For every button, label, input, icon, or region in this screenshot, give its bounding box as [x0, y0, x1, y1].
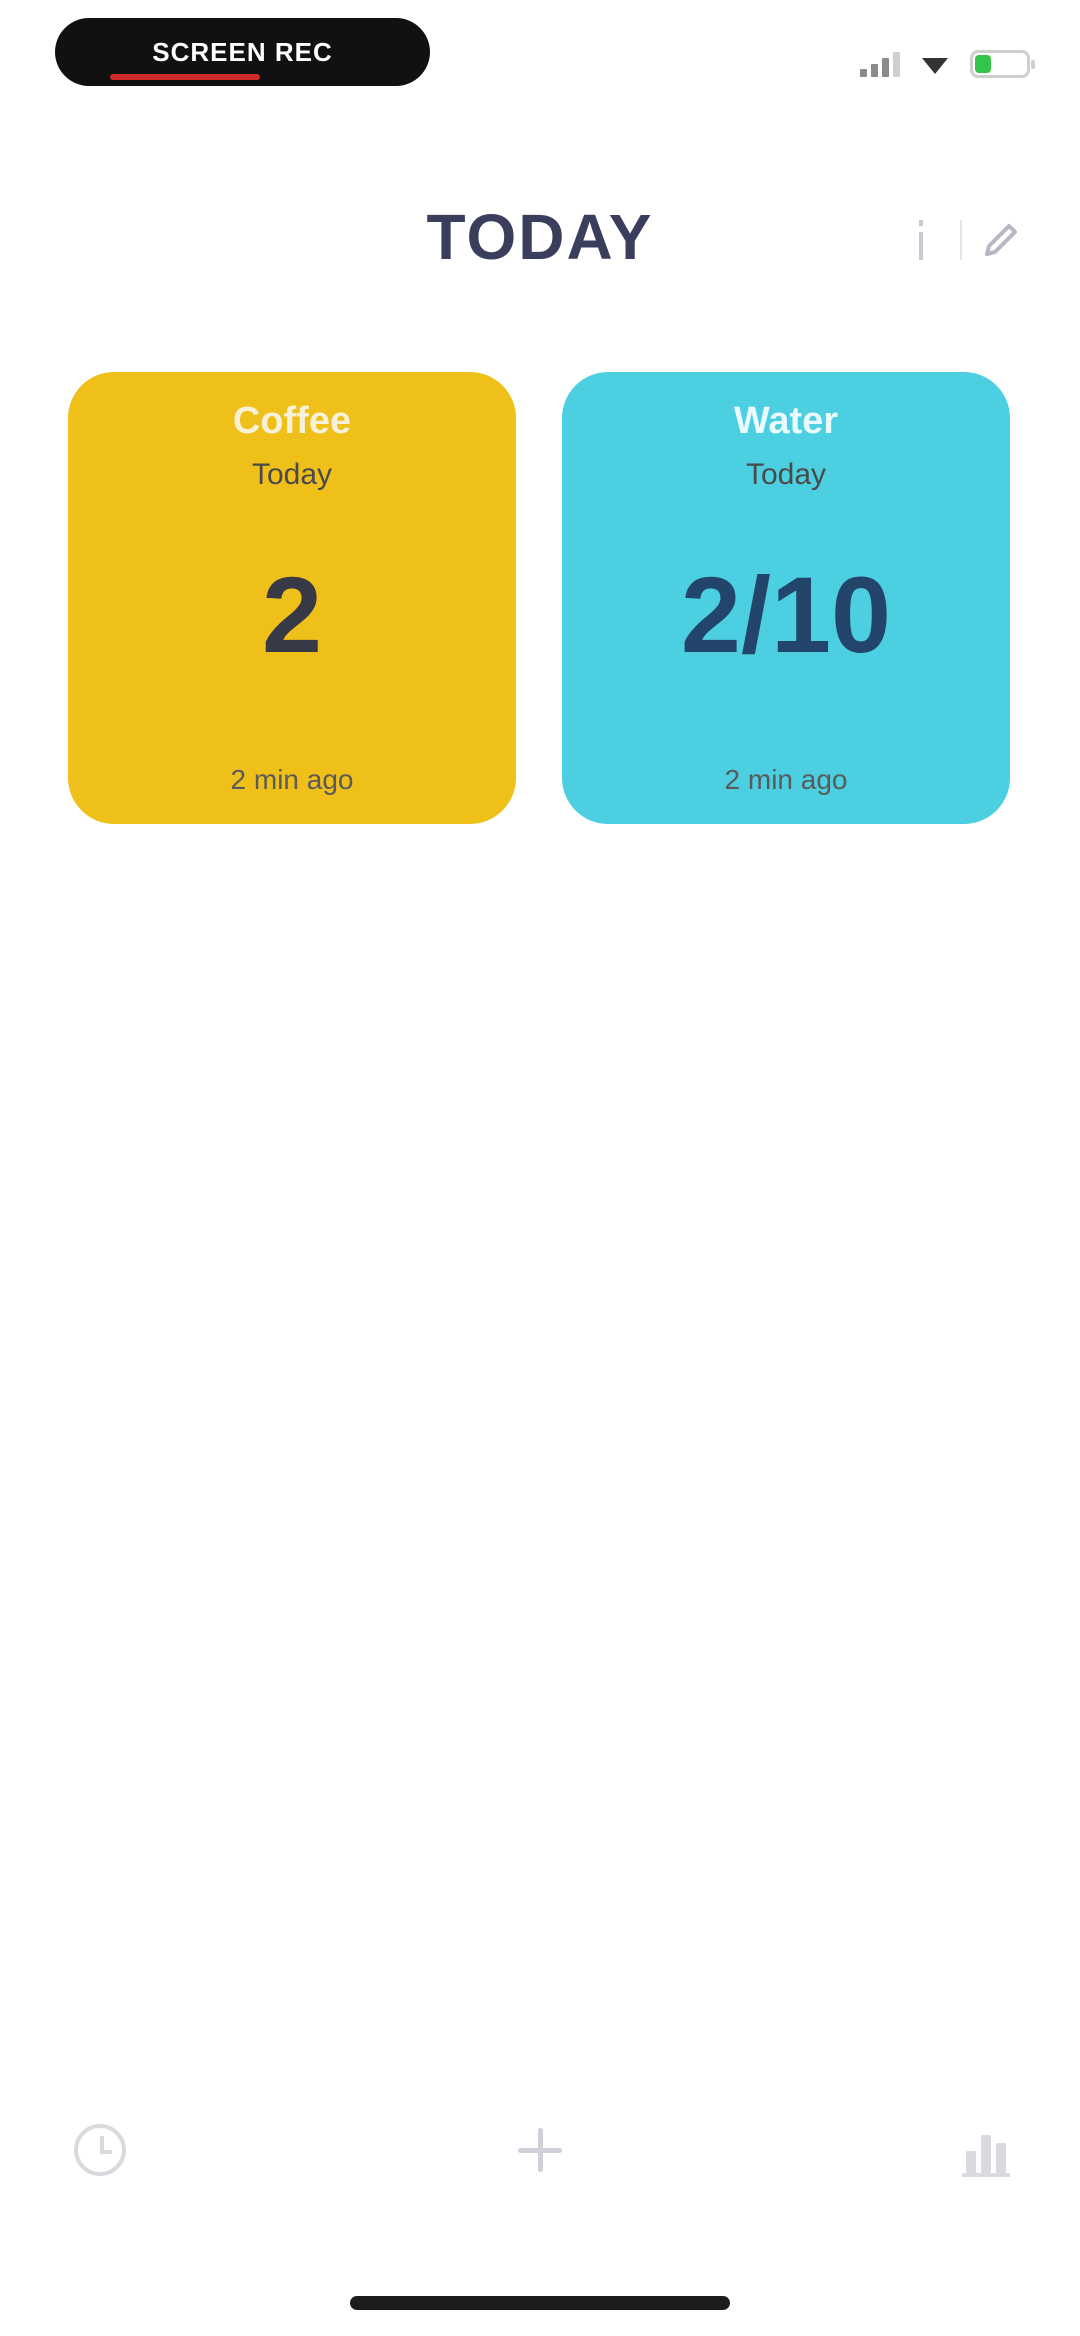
battery-icon	[970, 50, 1035, 78]
cellular-signal-icon	[860, 51, 900, 77]
header-divider	[960, 220, 962, 260]
tracker-card-coffee[interactable]: Coffee Today 2 2 min ago	[68, 372, 516, 824]
screen-recording-indicator[interactable]: SCREEN REC	[55, 18, 430, 86]
recording-label: SCREEN REC	[152, 36, 333, 67]
tracker-name: Coffee	[232, 400, 352, 442]
tracker-period: Today	[251, 458, 333, 491]
edit-icon[interactable]	[977, 210, 1025, 270]
tracker-last-updated: 2 min ago	[724, 764, 848, 795]
status-icons	[860, 50, 1035, 78]
tracker-value: 2	[261, 554, 323, 675]
home-indicator[interactable]	[350, 2296, 730, 2310]
stats-icon[interactable]	[954, 2118, 1018, 2182]
tracker-name: Water	[733, 400, 839, 442]
tracker-period: Today	[745, 458, 827, 491]
wifi-icon	[922, 54, 948, 74]
plus-icon[interactable]	[508, 2118, 572, 2182]
tracker-card-water[interactable]: Water Today 2/10 2 min ago	[562, 372, 1010, 824]
tracker-value: 2/10	[680, 554, 892, 675]
recording-progress-bar	[110, 74, 260, 80]
history-icon[interactable]	[68, 2118, 132, 2182]
info-icon[interactable]	[897, 210, 945, 270]
tracker-last-updated: 2 min ago	[230, 764, 354, 795]
